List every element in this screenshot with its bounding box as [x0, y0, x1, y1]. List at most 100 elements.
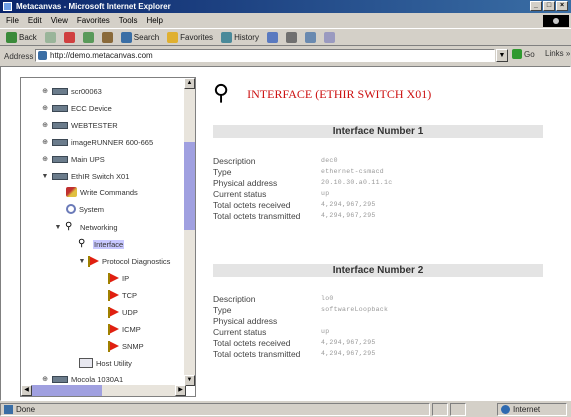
expand-icon[interactable]: ⊕	[41, 375, 49, 383]
tree-item-label: Mocola 1030A1	[71, 374, 124, 384]
property-row: Current status up	[213, 188, 543, 199]
forward-button[interactable]	[43, 30, 58, 45]
property-value: lo0	[321, 295, 334, 302]
tree-item-interface[interactable]: ⚲ Interface	[78, 237, 125, 251]
tree-item-ecc-device[interactable]: ⊕ ECC Device	[41, 101, 112, 115]
menu-help[interactable]: Help	[146, 14, 162, 27]
favorites-button[interactable]: Favorites	[165, 30, 215, 45]
tree-item-label: Main UPS	[71, 154, 105, 164]
tree-item-label: scr00063	[71, 86, 102, 96]
collapse-icon[interactable]: ▼	[54, 224, 62, 231]
history-button[interactable]: History	[219, 30, 261, 45]
tree-item-udp[interactable]: UDP	[108, 305, 138, 319]
tree-item-host-utility[interactable]: Host Utility	[79, 356, 132, 370]
print-button[interactable]	[284, 30, 299, 45]
property-value: softwareLoopback	[321, 306, 389, 313]
scroll-up-arrow-icon[interactable]: ▲	[184, 78, 195, 89]
home-button[interactable]	[100, 30, 115, 45]
tree-item-label: IP	[122, 273, 130, 283]
page-title: INTERFACE (ETHIR SWITCH X01)	[247, 86, 432, 101]
maximize-button[interactable]: □	[543, 1, 555, 11]
tree-item-label: EthIR Switch X01	[71, 171, 130, 181]
edit-button[interactable]	[303, 30, 318, 45]
device-icon	[52, 121, 68, 129]
scroll-left-arrow-icon[interactable]: ◀	[21, 385, 32, 396]
tree-item-scr00063[interactable]: ⊕ scr00063	[41, 84, 102, 98]
tree-item-label: SNMP	[122, 341, 144, 351]
flag-icon	[108, 290, 119, 301]
flag-icon	[108, 341, 119, 352]
tree-vertical-scrollbar[interactable]: ▲ ▼	[184, 78, 195, 386]
expand-icon[interactable]: ⊕	[41, 104, 49, 112]
status-pane-empty	[432, 403, 448, 416]
go-button[interactable]: Go	[512, 49, 535, 59]
favorites-star-icon	[167, 31, 179, 43]
menu-edit[interactable]: Edit	[28, 14, 42, 27]
property-row: Type ethernet-csmacd	[213, 166, 543, 177]
property-row: Total octets transmitted 4,294,967,295	[213, 210, 543, 221]
tree-item-ethir-switch[interactable]: ▼ EthIR Switch X01	[41, 169, 130, 183]
status-bar: Done Internet	[0, 402, 571, 417]
system-gear-icon	[66, 204, 76, 214]
tree-item-write-commands[interactable]: Write Commands	[66, 185, 138, 199]
tree-item-imagerunner[interactable]: ⊕ imageRUNNER 600-665	[41, 135, 153, 149]
stop-button[interactable]	[62, 30, 77, 45]
device-icon	[52, 172, 68, 180]
tree-item-ip[interactable]: IP	[108, 271, 130, 285]
interface-1-properties: Description dec0 Type ethernet-csmacd Ph…	[213, 155, 543, 221]
menu-view[interactable]: View	[51, 14, 68, 27]
refresh-button[interactable]	[81, 30, 96, 45]
property-row: Physical address	[213, 315, 543, 326]
address-input[interactable]: http://demo.metacanvas.com	[35, 49, 495, 62]
section-heading: Interface Number 2	[213, 264, 543, 277]
tree-item-icmp[interactable]: ICMP	[108, 322, 141, 336]
address-dropdown-button[interactable]: ▼	[496, 49, 508, 62]
search-button[interactable]: Search	[119, 30, 161, 45]
close-button[interactable]: ×	[556, 1, 568, 11]
device-icon	[52, 138, 68, 146]
minimize-button[interactable]: _	[530, 1, 542, 11]
menu-tools[interactable]: Tools	[119, 14, 138, 27]
property-row: Type softwareLoopback	[213, 304, 543, 315]
tree-item-main-ups[interactable]: ⊕ Main UPS	[41, 152, 105, 166]
flag-icon	[88, 256, 99, 267]
collapse-icon[interactable]: ▼	[78, 258, 86, 265]
tree-item-snmp[interactable]: SNMP	[108, 339, 144, 353]
expand-icon[interactable]: ⊕	[41, 87, 49, 95]
tree-item-protocol-diagnostics[interactable]: ▼ Protocol Diagnostics	[78, 254, 170, 268]
back-arrow-icon	[6, 31, 17, 43]
mail-button[interactable]	[265, 30, 280, 45]
horizontal-scroll-thumb[interactable]	[32, 385, 102, 396]
history-icon	[221, 31, 233, 43]
tree-item-mocola[interactable]: ⊕ Mocola 1030A1	[41, 372, 123, 386]
flag-icon	[108, 324, 119, 335]
expand-icon[interactable]: ⊕	[41, 155, 49, 163]
expand-icon[interactable]: ⊕	[41, 121, 49, 129]
property-key: Total octets received	[213, 199, 291, 210]
scroll-right-arrow-icon[interactable]: ▶	[175, 385, 186, 396]
tree-item-networking[interactable]: ▼ ⚲ Networking	[54, 220, 118, 234]
tree-item-system[interactable]: System	[66, 202, 104, 216]
scroll-thumb[interactable]	[184, 142, 195, 230]
discuss-icon	[323, 31, 335, 43]
tree-item-tcp[interactable]: TCP	[108, 288, 137, 302]
discuss-button[interactable]	[322, 30, 337, 45]
property-key: Total octets transmitted	[213, 348, 301, 359]
property-key: Description	[213, 155, 256, 166]
menu-file[interactable]: File	[6, 14, 19, 27]
interface-2-properties: Description lo0 Type softwareLoopback Ph…	[213, 293, 543, 359]
tree-horizontal-scrollbar[interactable]: ◀ ▶	[21, 385, 186, 396]
collapse-icon[interactable]: ▼	[41, 173, 49, 180]
window-titlebar: Metacanvas - Microsoft Internet Explorer…	[0, 0, 571, 13]
back-button[interactable]: Back	[4, 30, 39, 45]
expand-icon[interactable]: ⊕	[41, 138, 49, 146]
forward-arrow-icon	[44, 31, 56, 43]
property-key: Physical address	[213, 177, 278, 188]
links-button[interactable]: Links »	[545, 49, 570, 58]
tree-item-label: Networking	[80, 222, 118, 232]
property-key: Physical address	[213, 315, 278, 326]
menu-favorites[interactable]: Favorites	[77, 14, 110, 27]
property-key: Current status	[213, 326, 267, 337]
property-value: 4,294,967,295	[321, 339, 376, 346]
tree-item-webtester[interactable]: ⊕ WEBTESTER	[41, 118, 118, 132]
